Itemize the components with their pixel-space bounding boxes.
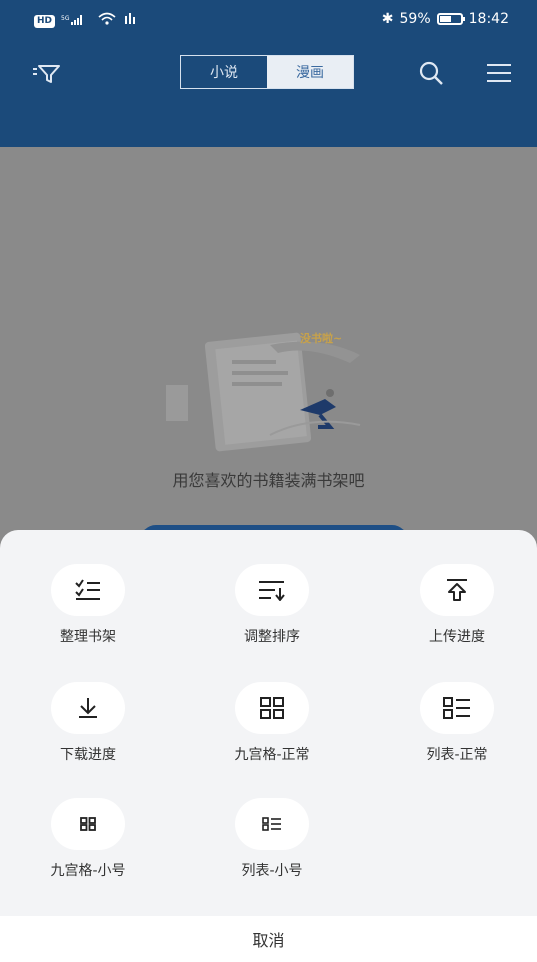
menu-item-organize[interactable]: 整理书架 <box>33 564 143 646</box>
app-header: HD 5G ✱ 59% 18:42 小说 漫画 <box>0 0 537 147</box>
bluetooth-icon: ✱ <box>381 11 394 27</box>
menu-item-label: 列表-正常 <box>426 747 488 763</box>
svg-text:5G: 5G <box>61 15 70 22</box>
battery-percent: 59% <box>399 11 431 27</box>
signal-icon: 5G <box>61 14 91 29</box>
cancel-button[interactable]: 取消 <box>0 916 537 962</box>
hd-badge: HD <box>34 14 56 28</box>
grid-icon <box>235 682 309 734</box>
menu-item-upload[interactable]: 上传进度 <box>402 564 512 646</box>
tab-comic[interactable]: 漫画 <box>267 56 353 88</box>
category-tabs: 小说 漫画 <box>180 55 354 89</box>
data-activity-icon <box>123 13 137 29</box>
download-icon <box>51 682 125 734</box>
status-right: ✱ 59% 18:42 <box>382 11 509 27</box>
menu-item-label: 列表-小号 <box>241 863 303 879</box>
bookshelf-content: 没书啦~ 用您喜欢的书籍装满书架吧 <box>0 147 537 555</box>
list-icon <box>420 682 494 734</box>
menu-item-download[interactable]: 下载进度 <box>33 682 143 764</box>
menu-item-grid-normal[interactable]: 九宫格-正常 <box>217 682 327 764</box>
menu-item-label: 下载进度 <box>60 747 116 763</box>
sort-icon <box>235 564 309 616</box>
menu-item-grid-small[interactable]: 九宫格-小号 <box>33 798 143 880</box>
menu-item-sort[interactable]: 调整排序 <box>217 564 327 646</box>
menu-item-label: 九宫格-小号 <box>50 863 126 879</box>
list-small-icon <box>235 798 309 850</box>
menu-item-label: 九宫格-正常 <box>234 747 310 763</box>
clock: 18:42 <box>468 11 509 27</box>
empty-bubble-text: 没书啦~ <box>300 332 343 345</box>
grid-small-icon <box>51 798 125 850</box>
empty-shelf-illustration: 没书啦~ <box>160 315 380 455</box>
status-bar: HD 5G ✱ 59% 18:42 <box>0 0 537 42</box>
options-sheet: 整理书架 调整排序 上传进度 下载进度 九宫格-正常 列表-正常 九宫格-小号 … <box>0 530 537 916</box>
menu-item-label: 调整排序 <box>244 629 300 645</box>
battery-icon <box>436 13 465 25</box>
tab-novel[interactable]: 小说 <box>181 56 267 88</box>
empty-message: 用您喜欢的书籍装满书架吧 <box>172 471 365 490</box>
checklist-icon <box>51 564 125 616</box>
menu-item-list-small[interactable]: 列表-小号 <box>217 798 327 880</box>
filter-icon[interactable] <box>31 60 61 86</box>
wifi-icon <box>97 12 117 30</box>
menu-item-label: 整理书架 <box>60 629 116 645</box>
status-left: HD 5G <box>34 12 137 30</box>
upload-icon <box>420 564 494 616</box>
search-icon[interactable] <box>417 59 445 87</box>
menu-icon[interactable] <box>486 62 512 84</box>
menu-item-list-normal[interactable]: 列表-正常 <box>402 682 512 764</box>
menu-item-label: 上传进度 <box>429 629 485 645</box>
